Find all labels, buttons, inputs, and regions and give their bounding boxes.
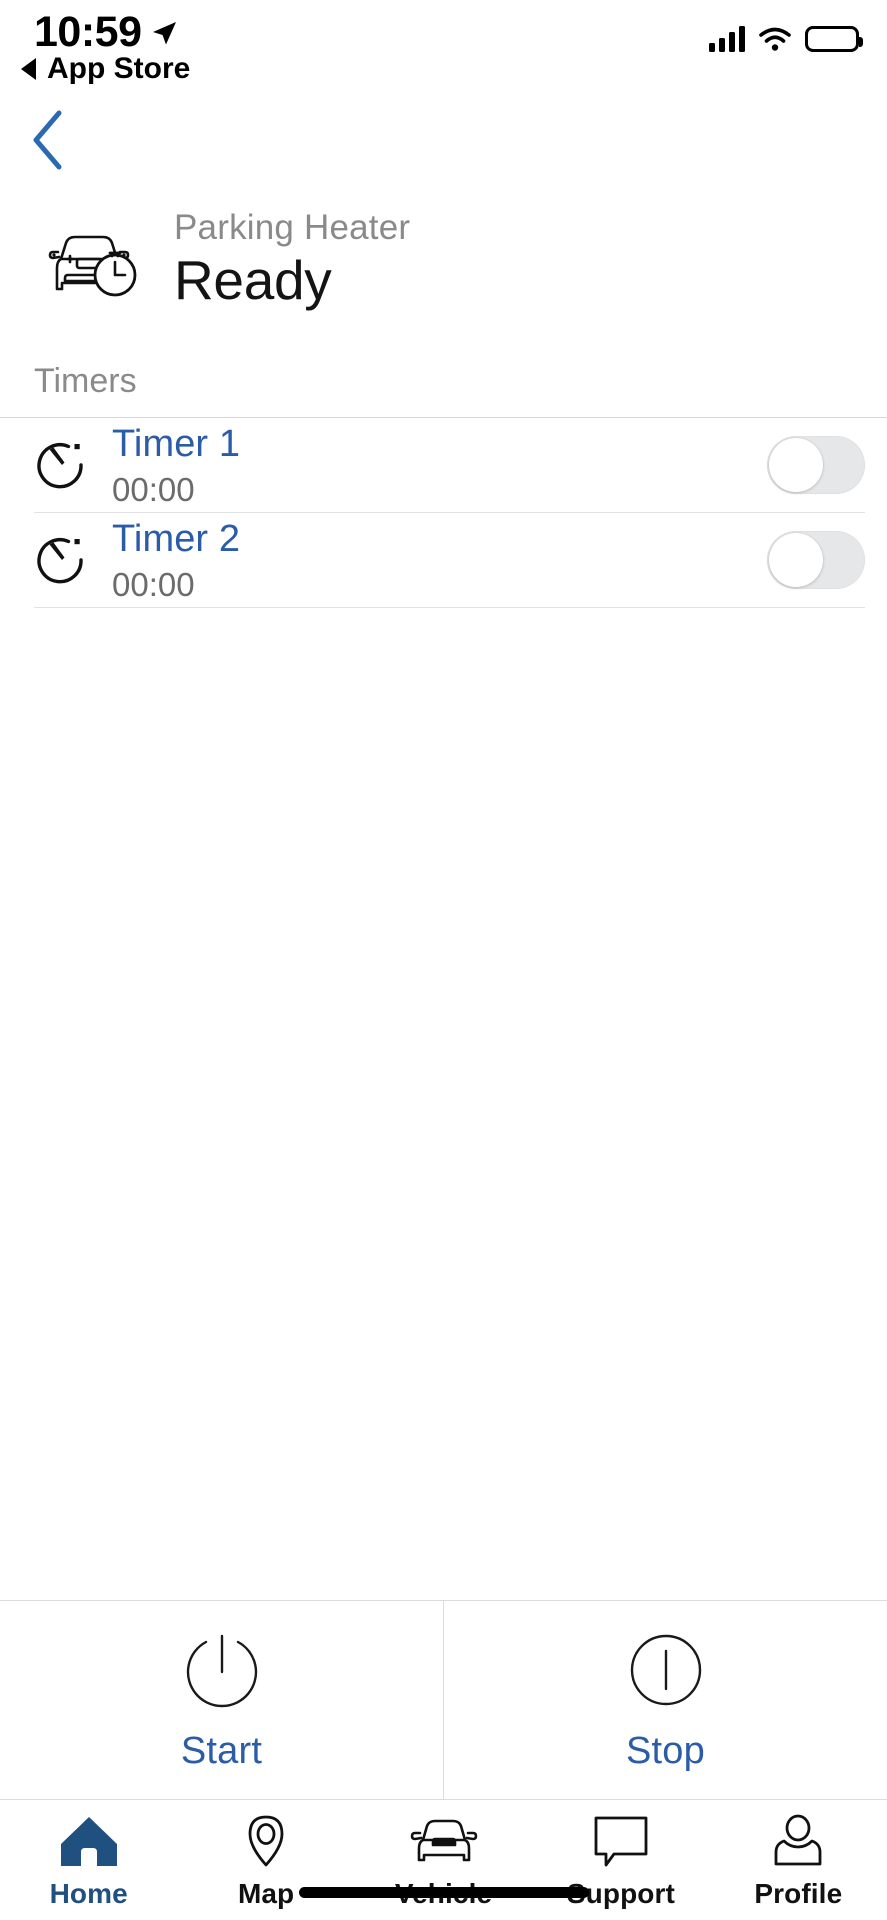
triangle-left-icon xyxy=(21,58,36,80)
tab-bar: Home Map Vehicle xyxy=(0,1800,887,1920)
timers-section: Timers Timer 1 00:00 Timer 2 00:00 xyxy=(0,318,887,608)
timer-toggle[interactable] xyxy=(767,436,865,494)
timer-name: Timer 1 xyxy=(112,422,241,465)
map-pin-icon xyxy=(248,1815,284,1867)
car-icon xyxy=(410,1819,477,1862)
timer-time: 00:00 xyxy=(112,470,195,508)
location-arrow-icon xyxy=(153,21,177,44)
return-to-app-store-link[interactable]: App Store xyxy=(18,52,190,86)
toggle-knob xyxy=(769,533,823,587)
stop-label: Stop xyxy=(626,1729,705,1772)
stop-bar-icon xyxy=(630,1634,701,1705)
action-bar: Start Stop xyxy=(0,1600,887,1800)
tab-label: Profile xyxy=(754,1878,843,1909)
status-bar: 10:59 App Store xyxy=(0,0,887,100)
app-screen: 10:59 App Store Parking Heater Ready Tim… xyxy=(0,0,887,1920)
car-with-timer-icon xyxy=(48,235,137,297)
tab-label: Home xyxy=(49,1878,128,1909)
feature-status-title: Ready xyxy=(174,249,332,311)
tab-profile[interactable]: Profile xyxy=(710,1814,887,1910)
chevron-left-icon xyxy=(33,110,62,170)
timer-row[interactable]: Timer 1 00:00 xyxy=(0,418,887,512)
timer-info: Timer 1 00:00 xyxy=(112,425,767,506)
navigation-bar xyxy=(0,100,887,188)
timer-toggle[interactable] xyxy=(767,531,865,589)
toggle-knob xyxy=(769,438,823,492)
home-icon xyxy=(60,1817,117,1866)
feature-header-text: Parking Heater Ready xyxy=(174,210,410,308)
status-bar-indicators xyxy=(709,26,863,52)
battery-full-icon xyxy=(805,26,863,52)
wifi-icon xyxy=(759,27,791,51)
stop-button[interactable]: Stop xyxy=(443,1601,887,1799)
speech-bubble-icon xyxy=(594,1816,648,1867)
timer-icon xyxy=(37,538,83,584)
timer-name: Timer 2 xyxy=(112,517,241,560)
status-bar-time-group: 10:59 xyxy=(34,8,178,57)
tab-label: Map xyxy=(237,1878,295,1909)
back-button[interactable] xyxy=(12,100,86,180)
home-indicator xyxy=(298,1887,589,1898)
timer-time: 00:00 xyxy=(112,565,195,603)
person-icon xyxy=(774,1814,822,1866)
tab-home[interactable]: Home xyxy=(0,1814,177,1910)
return-app-label: App Store xyxy=(47,52,191,85)
timer-icon xyxy=(37,443,83,489)
timer-info: Timer 2 00:00 xyxy=(112,520,767,601)
feature-subtitle: Parking Heater xyxy=(174,208,411,247)
start-button[interactable]: Start xyxy=(0,1601,443,1799)
timers-section-label: Timers xyxy=(34,362,137,400)
status-bar-time: 10:59 xyxy=(34,8,142,56)
cellular-signal-icon xyxy=(709,26,745,52)
start-label: Start xyxy=(180,1729,263,1772)
timer-row[interactable]: Timer 2 00:00 xyxy=(0,513,887,607)
feature-header: Parking Heater Ready xyxy=(0,188,887,318)
power-icon xyxy=(186,1634,257,1707)
